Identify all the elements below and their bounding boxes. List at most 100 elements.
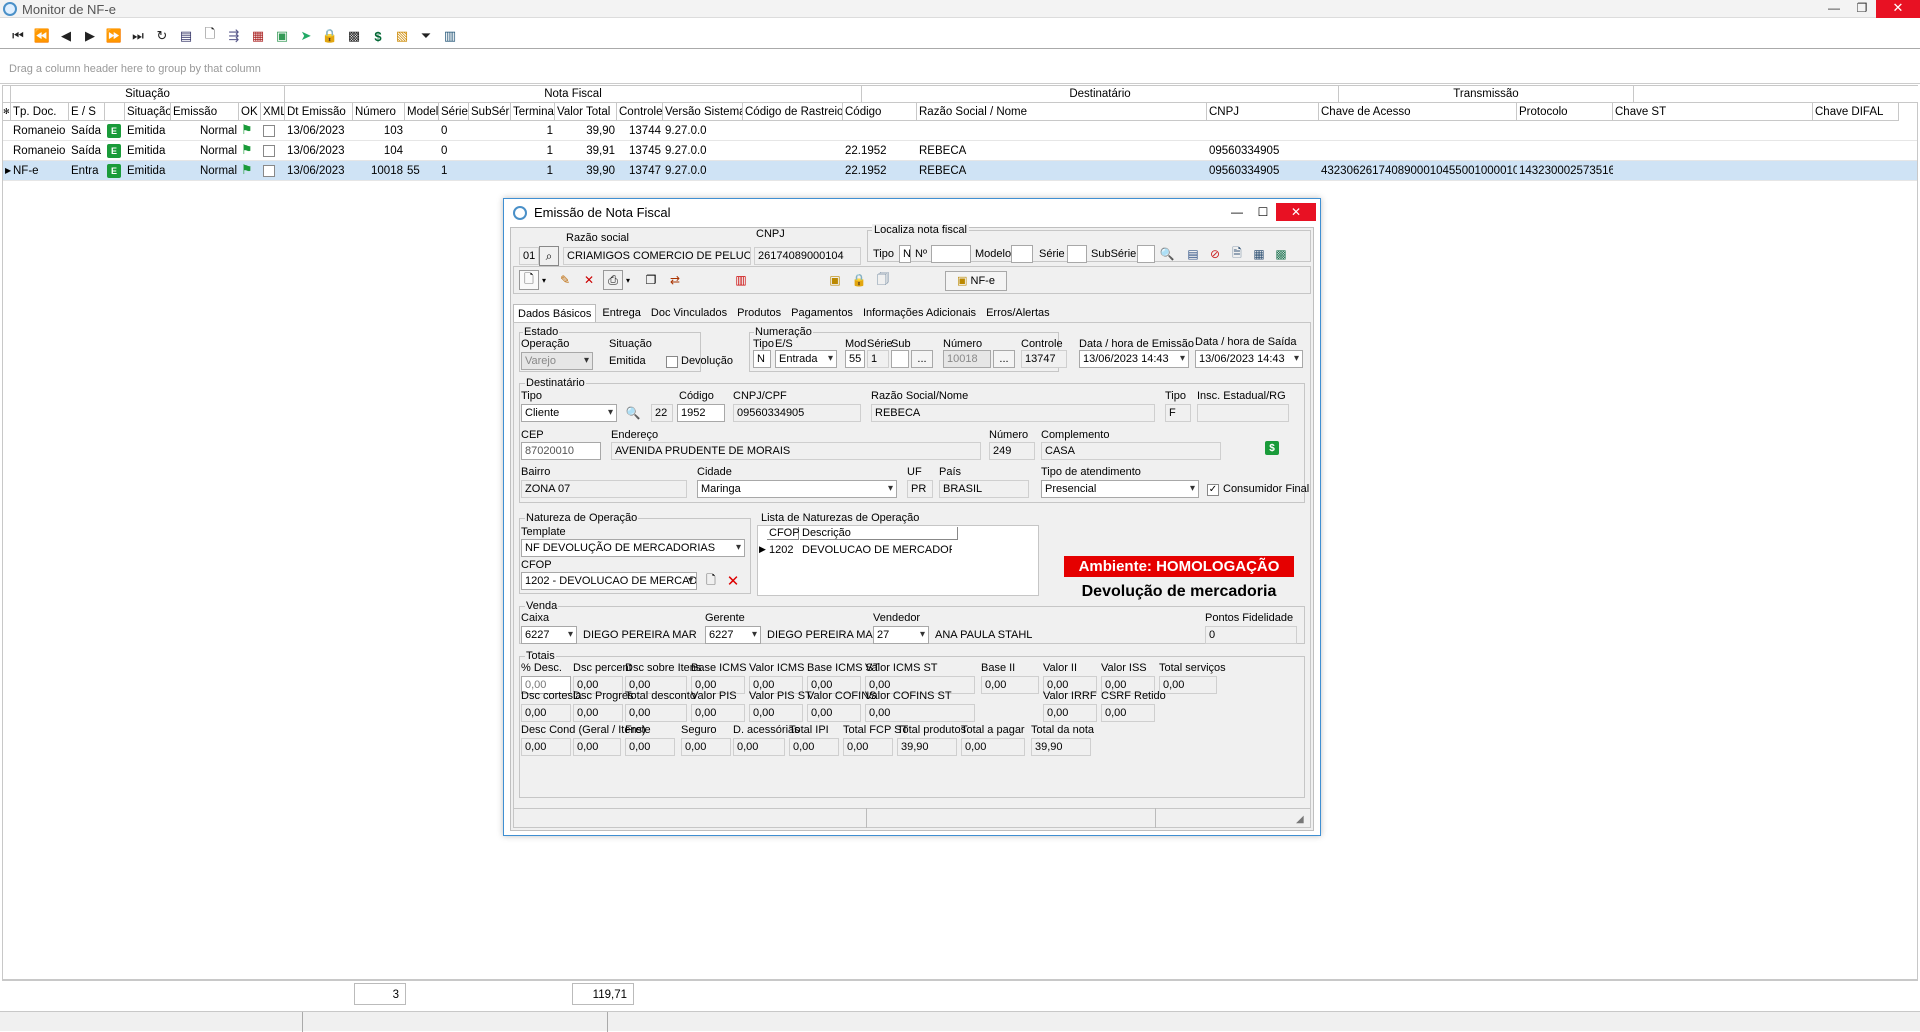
num-mod-input[interactable]: 55 [845, 350, 865, 368]
devolucao-checkbox[interactable] [666, 356, 678, 368]
tot-r2-value-5[interactable]: 0,00 [807, 704, 861, 722]
new-icon[interactable]: 🗋 [519, 270, 539, 290]
dest-uf[interactable]: PR [907, 480, 933, 498]
print-dropdown-icon[interactable]: ▾ [623, 270, 633, 290]
edit-icon[interactable]: ✎ [555, 270, 575, 290]
column-header-razao[interactable]: Razão Social / Nome [917, 103, 1207, 121]
dest-atend-select[interactable]: Presencial [1041, 480, 1199, 498]
print-doc-icon[interactable]: ⎙ [603, 270, 623, 290]
column-header-chave[interactable]: Chave de Acesso [1319, 103, 1517, 121]
empresa-search-icon[interactable]: ⌕ [539, 246, 559, 266]
num-serie-input[interactable]: 1 [867, 350, 889, 368]
tot-r3-value-8[interactable]: 0,00 [961, 738, 1025, 756]
column-header-sit[interactable]: Situação [125, 103, 171, 121]
delete-icon[interactable]: ✕ [579, 270, 599, 290]
transfer-icon[interactable]: ⇄ [665, 270, 685, 290]
filter-icon[interactable]: ⏷ [414, 26, 438, 46]
dest-cidade-select[interactable]: Maringa [697, 480, 897, 498]
num-sub-ellipsis-button[interactable]: ... [911, 350, 933, 368]
send-icon[interactable]: ➤ [294, 26, 318, 46]
next-icon[interactable]: ▶ [78, 26, 102, 46]
prev-page-icon[interactable]: ⏪ [30, 26, 54, 46]
lock-icon[interactable]: 🔒 [318, 26, 342, 46]
dest-pais[interactable]: BRASIL [939, 480, 1029, 498]
tot-r2-value-3[interactable]: 0,00 [691, 704, 745, 722]
xml-checkbox[interactable] [263, 125, 275, 137]
dest-bairro[interactable]: ZONA 07 [521, 480, 687, 498]
table-row[interactable]: ▶ NF-e Entra E Emitida Normal ⚑ 13/06/2023 10018… [3, 161, 1917, 181]
num-sub-input[interactable] [891, 350, 909, 368]
dest-tipo-select[interactable]: Cliente [521, 404, 617, 422]
num-es-select[interactable]: Entrada [775, 350, 837, 368]
cfop-remove-icon[interactable]: ✕ [723, 571, 743, 591]
dest-cep[interactable]: 87020010 [521, 442, 601, 460]
column-header-dt[interactable]: Dt Emissão [285, 103, 353, 121]
folder-icon[interactable]: ▣ [825, 270, 845, 290]
column-header-xml[interactable]: XML [261, 103, 285, 121]
saida-datetime[interactable]: 13/06/2023 14:43 [1195, 350, 1303, 368]
empresa-razao[interactable]: CRIAMIGOS COMERCIO DE PELUCIA [563, 247, 751, 265]
report-icon[interactable]: ▦ [246, 26, 270, 46]
doc-icon[interactable]: 🗎 [1227, 244, 1247, 264]
tab-4[interactable]: Pagamentos [787, 304, 857, 322]
minimize-icon[interactable]: — [1820, 0, 1848, 18]
localiza-tipo-input[interactable]: N [899, 245, 911, 263]
tot-r2-value-7[interactable]: 0,00 [1043, 704, 1097, 722]
localiza-modelo-input[interactable] [1011, 245, 1033, 263]
tab-0[interactable]: Dados Básicos [513, 304, 597, 322]
tab-1[interactable]: Entrega [598, 304, 645, 322]
preview-icon[interactable]: 🗋 [198, 26, 222, 46]
column-header-tp[interactable]: Tp. Doc. [11, 103, 69, 121]
column-header-cod[interactable]: Código [843, 103, 917, 121]
tot-r3-value-4[interactable]: 0,00 [733, 738, 785, 756]
cancel-doc-icon[interactable]: ⊘ [1205, 244, 1225, 264]
caixa-select[interactable]: 6227 [521, 626, 577, 644]
column-header-es[interactable]: E / S [69, 103, 105, 121]
prev-icon[interactable]: ◀ [54, 26, 78, 46]
column-header-emi[interactable]: Emissão [171, 103, 239, 121]
dialog-close-icon[interactable]: ✕ [1276, 203, 1316, 221]
column-header-mod[interactable]: Modelo [405, 103, 439, 121]
num-tipo-input[interactable]: N [753, 350, 771, 368]
dialog-maximize-icon[interactable]: ☐ [1250, 203, 1276, 221]
localiza-search-icon[interactable]: 🔍 [1157, 244, 1177, 264]
lista-row-cfop[interactable]: 1202 [769, 544, 793, 556]
column-header-num[interactable]: Número [353, 103, 405, 121]
operacao-select[interactable]: Varejo [521, 352, 593, 370]
column-header-rast[interactable]: Código de Rastreio [743, 103, 843, 121]
resize-grip-icon[interactable]: ◢ [1296, 814, 1304, 825]
dest-cod1[interactable]: 22 [651, 404, 673, 422]
localiza-num-input[interactable] [931, 245, 971, 263]
dest-ie[interactable] [1197, 404, 1289, 422]
refresh-icon[interactable]: ↻ [150, 26, 174, 46]
gerente-select[interactable]: 6227 [705, 626, 761, 644]
num-controle-input[interactable]: 13747 [1021, 350, 1067, 368]
new-dropdown-icon[interactable]: ▾ [539, 270, 549, 290]
dest-money-icon[interactable]: $ [1265, 441, 1279, 455]
vendedor-select[interactable]: 27 [873, 626, 929, 644]
tot-r2-value-1[interactable]: 0,00 [573, 704, 623, 722]
nfe-button[interactable]: ▣ NF-e [945, 271, 1007, 291]
calendar-icon[interactable]: ▥ [731, 270, 751, 290]
close-icon[interactable]: ✕ [1876, 0, 1920, 18]
dest-cnpj[interactable]: 09560334905 [733, 404, 861, 422]
localiza-serie-input[interactable] [1067, 245, 1087, 263]
export-icon[interactable]: ⇶ [222, 26, 246, 46]
print-icon[interactable]: ▤ [174, 26, 198, 46]
column-header-ctrl[interactable]: Controle [617, 103, 663, 121]
report-view-icon[interactable]: ▩ [1271, 244, 1291, 264]
tab-2[interactable]: Doc Vinculados [647, 304, 731, 322]
dest-endereco[interactable]: AVENIDA PRUDENTE DE MORAIS [611, 442, 981, 460]
last-icon[interactable]: ⏭ [126, 26, 150, 46]
lista-row-desc[interactable]: DEVOLUCAO DE MERCADORIA ... [802, 544, 952, 556]
emissao-datetime[interactable]: 13/06/2023 14:43 [1079, 350, 1189, 368]
dest-search-icon[interactable]: 🔍 [623, 403, 643, 423]
tot-r3-value-7[interactable]: 39,90 [897, 738, 957, 756]
pontos-value[interactable]: 0 [1205, 626, 1297, 644]
dest-razao[interactable]: REBECA [871, 404, 1155, 422]
column-header-cnpj[interactable]: CNPJ [1207, 103, 1319, 121]
empresa-cnpj[interactable]: 26174089000104 [754, 247, 861, 265]
column-header-sub[interactable]: SubSérie [469, 103, 511, 121]
table-icon[interactable]: ▦ [1249, 244, 1269, 264]
table-row[interactable]: Romaneio Saída E Emitida Normal ⚑ 13/06/2023 10… [3, 141, 1917, 161]
